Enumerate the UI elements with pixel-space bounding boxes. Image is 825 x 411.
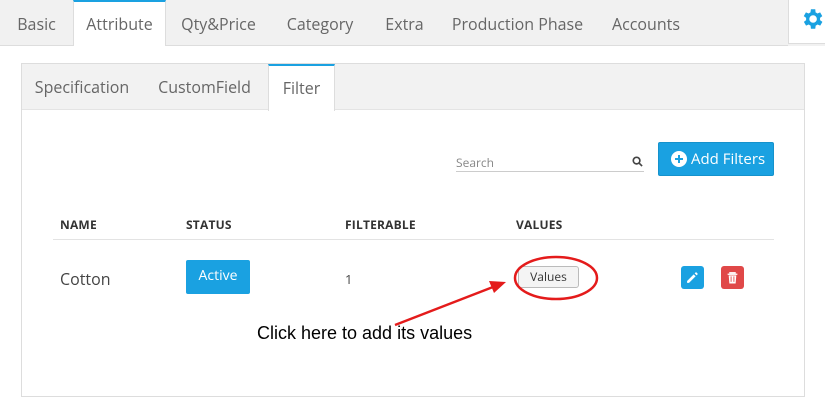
annotation-text: Click here to add its values: [257, 323, 473, 343]
annotation-circle: [513, 255, 599, 301]
annotation-overlay: [394, 255, 599, 327]
annotation-arrow-head: [489, 281, 506, 293]
annotation-arrow-line: [394, 285, 494, 327]
